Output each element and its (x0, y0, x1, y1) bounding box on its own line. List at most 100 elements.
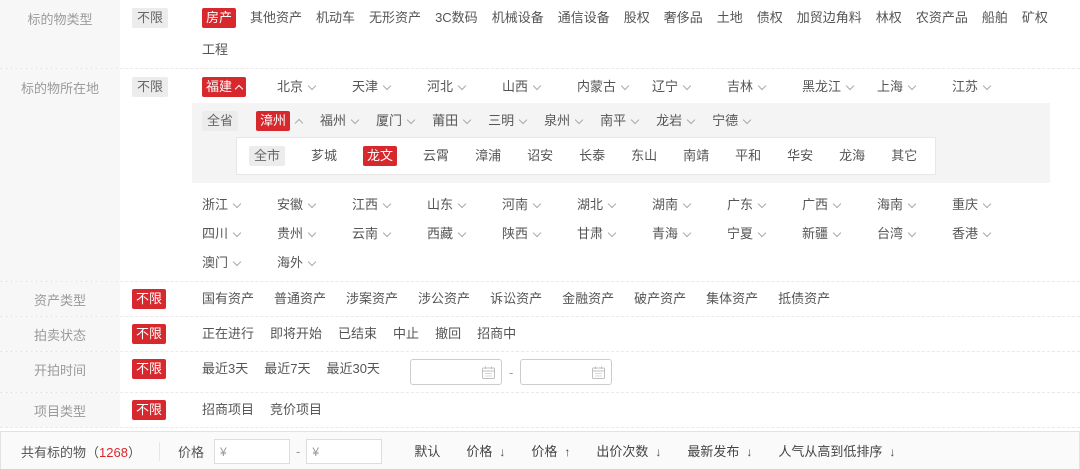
asset-type-option[interactable]: 诉讼资产 (490, 289, 542, 309)
province-option[interactable]: 海外 (277, 253, 352, 273)
province-option[interactable]: 西藏 (427, 224, 502, 244)
subject-type-option[interactable]: 无形资产 (369, 8, 421, 28)
subject-type-option[interactable]: 通信设备 (558, 8, 610, 28)
subject-type-option[interactable]: 奢侈品 (664, 8, 703, 28)
province-option[interactable]: 福建 (202, 77, 277, 97)
province-option[interactable]: 澳门 (202, 253, 277, 273)
unlimited-option[interactable]: 不限 (132, 77, 169, 97)
district-option[interactable]: 东山 (631, 146, 657, 166)
city-option[interactable]: 龙岩 (656, 111, 696, 131)
province-option[interactable]: 黑龙江 (802, 77, 877, 97)
subject-type-option[interactable]: 土地 (717, 8, 743, 28)
sort-option[interactable]: 最新发布 ↓ (687, 442, 752, 462)
province-option[interactable]: 北京 (277, 77, 352, 97)
province-option[interactable]: 天津 (352, 77, 427, 97)
province-option[interactable]: 云南 (352, 224, 427, 244)
city-option[interactable]: 福州 (320, 111, 360, 131)
subject-type-option[interactable]: 机械设备 (492, 8, 544, 28)
district-option[interactable]: 全市 (249, 146, 286, 166)
price-max-box[interactable]: ¥ (306, 439, 383, 464)
asset-type-option[interactable]: 破产资产 (634, 289, 686, 309)
province-option[interactable]: 宁夏 (727, 224, 802, 244)
district-option[interactable]: 华安 (787, 146, 813, 166)
province-option[interactable]: 陕西 (502, 224, 577, 244)
project-type-option[interactable]: 竞价项目 (270, 400, 322, 420)
auction-status-option[interactable]: 招商中 (477, 324, 516, 344)
subject-type-option[interactable]: 林权 (876, 8, 902, 28)
district-option[interactable]: 龙文 (363, 146, 398, 166)
province-option[interactable]: 安徽 (277, 195, 352, 215)
price-min-box[interactable]: ¥ (213, 439, 290, 464)
province-option[interactable]: 浙江 (202, 195, 277, 215)
province-option[interactable]: 江西 (352, 195, 427, 215)
city-option[interactable]: 三明 (488, 111, 528, 131)
start-time-option[interactable]: 最近7天 (264, 359, 310, 379)
asset-type-option[interactable]: 金融资产 (562, 289, 614, 309)
province-option[interactable]: 上海 (877, 77, 952, 97)
province-option[interactable]: 湖南 (652, 195, 727, 215)
province-option[interactable]: 湖北 (577, 195, 652, 215)
sort-option[interactable]: 出价次数 ↓ (596, 442, 661, 462)
city-option[interactable]: 宁德 (712, 111, 752, 131)
auction-status-option[interactable]: 正在进行 (202, 324, 254, 344)
city-option[interactable]: 南平 (600, 111, 640, 131)
district-option[interactable]: 芗城 (311, 146, 337, 166)
province-option[interactable]: 青海 (652, 224, 727, 244)
auction-status-option[interactable]: 撤回 (435, 324, 461, 344)
province-option[interactable]: 四川 (202, 224, 277, 244)
asset-type-option[interactable]: 普通资产 (274, 289, 326, 309)
unlimited-option[interactable]: 不限 (132, 8, 169, 28)
province-option[interactable]: 江苏 (952, 77, 1027, 97)
sort-option[interactable]: 默认 (414, 442, 440, 462)
date-to-input[interactable] (527, 365, 586, 379)
subject-type-option[interactable]: 其他资产 (250, 8, 302, 28)
province-option[interactable]: 重庆 (952, 195, 1027, 215)
subject-type-option[interactable]: 机动车 (316, 8, 355, 28)
province-option[interactable]: 甘肃 (577, 224, 652, 244)
auction-status-option[interactable]: 中止 (393, 324, 419, 344)
district-option[interactable]: 诏安 (527, 146, 553, 166)
province-option[interactable]: 吉林 (727, 77, 802, 97)
city-option[interactable]: 厦门 (376, 111, 416, 131)
subject-type-option[interactable]: 农资产品 (916, 8, 968, 28)
price-max-input[interactable] (322, 444, 374, 459)
province-option[interactable]: 河北 (427, 77, 502, 97)
start-time-option[interactable]: 最近3天 (202, 359, 248, 379)
date-to-box[interactable] (520, 359, 613, 385)
province-option[interactable]: 香港 (952, 224, 1027, 244)
sort-option[interactable]: 价格 ↑ (531, 442, 570, 462)
province-option[interactable]: 内蒙古 (577, 77, 652, 97)
district-option[interactable]: 南靖 (683, 146, 709, 166)
district-option[interactable]: 龙海 (839, 146, 865, 166)
price-min-input[interactable] (229, 444, 282, 459)
province-option[interactable]: 台湾 (877, 224, 952, 244)
province-option[interactable]: 广东 (727, 195, 802, 215)
asset-type-option[interactable]: 集体资产 (706, 289, 758, 309)
asset-type-option[interactable]: 涉公资产 (418, 289, 470, 309)
province-option[interactable]: 贵州 (277, 224, 352, 244)
district-option[interactable]: 长泰 (579, 146, 605, 166)
city-option[interactable]: 全省 (202, 111, 239, 131)
auction-status-option[interactable]: 即将开始 (270, 324, 322, 344)
subject-type-option[interactable]: 股权 (624, 8, 650, 28)
subject-type-option[interactable]: 矿权 (1022, 8, 1048, 28)
province-option[interactable]: 辽宁 (652, 77, 727, 97)
province-option[interactable]: 山西 (502, 77, 577, 97)
asset-type-option[interactable]: 国有资产 (202, 289, 254, 309)
subject-type-option[interactable]: 房产 (202, 8, 237, 28)
asset-type-option[interactable]: 涉案资产 (346, 289, 398, 309)
district-option[interactable]: 漳浦 (475, 146, 501, 166)
subject-type-option[interactable]: 3C数码 (435, 8, 478, 28)
district-option[interactable]: 其它 (891, 146, 917, 166)
subject-type-option[interactable]: 加贸边角料 (797, 8, 862, 28)
auction-status-option[interactable]: 已结束 (338, 324, 377, 344)
asset-type-option[interactable]: 抵债资产 (778, 289, 830, 309)
unlimited-option[interactable]: 不限 (132, 324, 167, 344)
subject-type-option[interactable]: 债权 (757, 8, 783, 28)
project-type-option[interactable]: 招商项目 (202, 400, 254, 420)
unlimited-option[interactable]: 不限 (132, 359, 167, 379)
province-option[interactable]: 海南 (877, 195, 952, 215)
province-option[interactable]: 河南 (502, 195, 577, 215)
province-option[interactable]: 山东 (427, 195, 502, 215)
city-option[interactable]: 泉州 (544, 111, 584, 131)
